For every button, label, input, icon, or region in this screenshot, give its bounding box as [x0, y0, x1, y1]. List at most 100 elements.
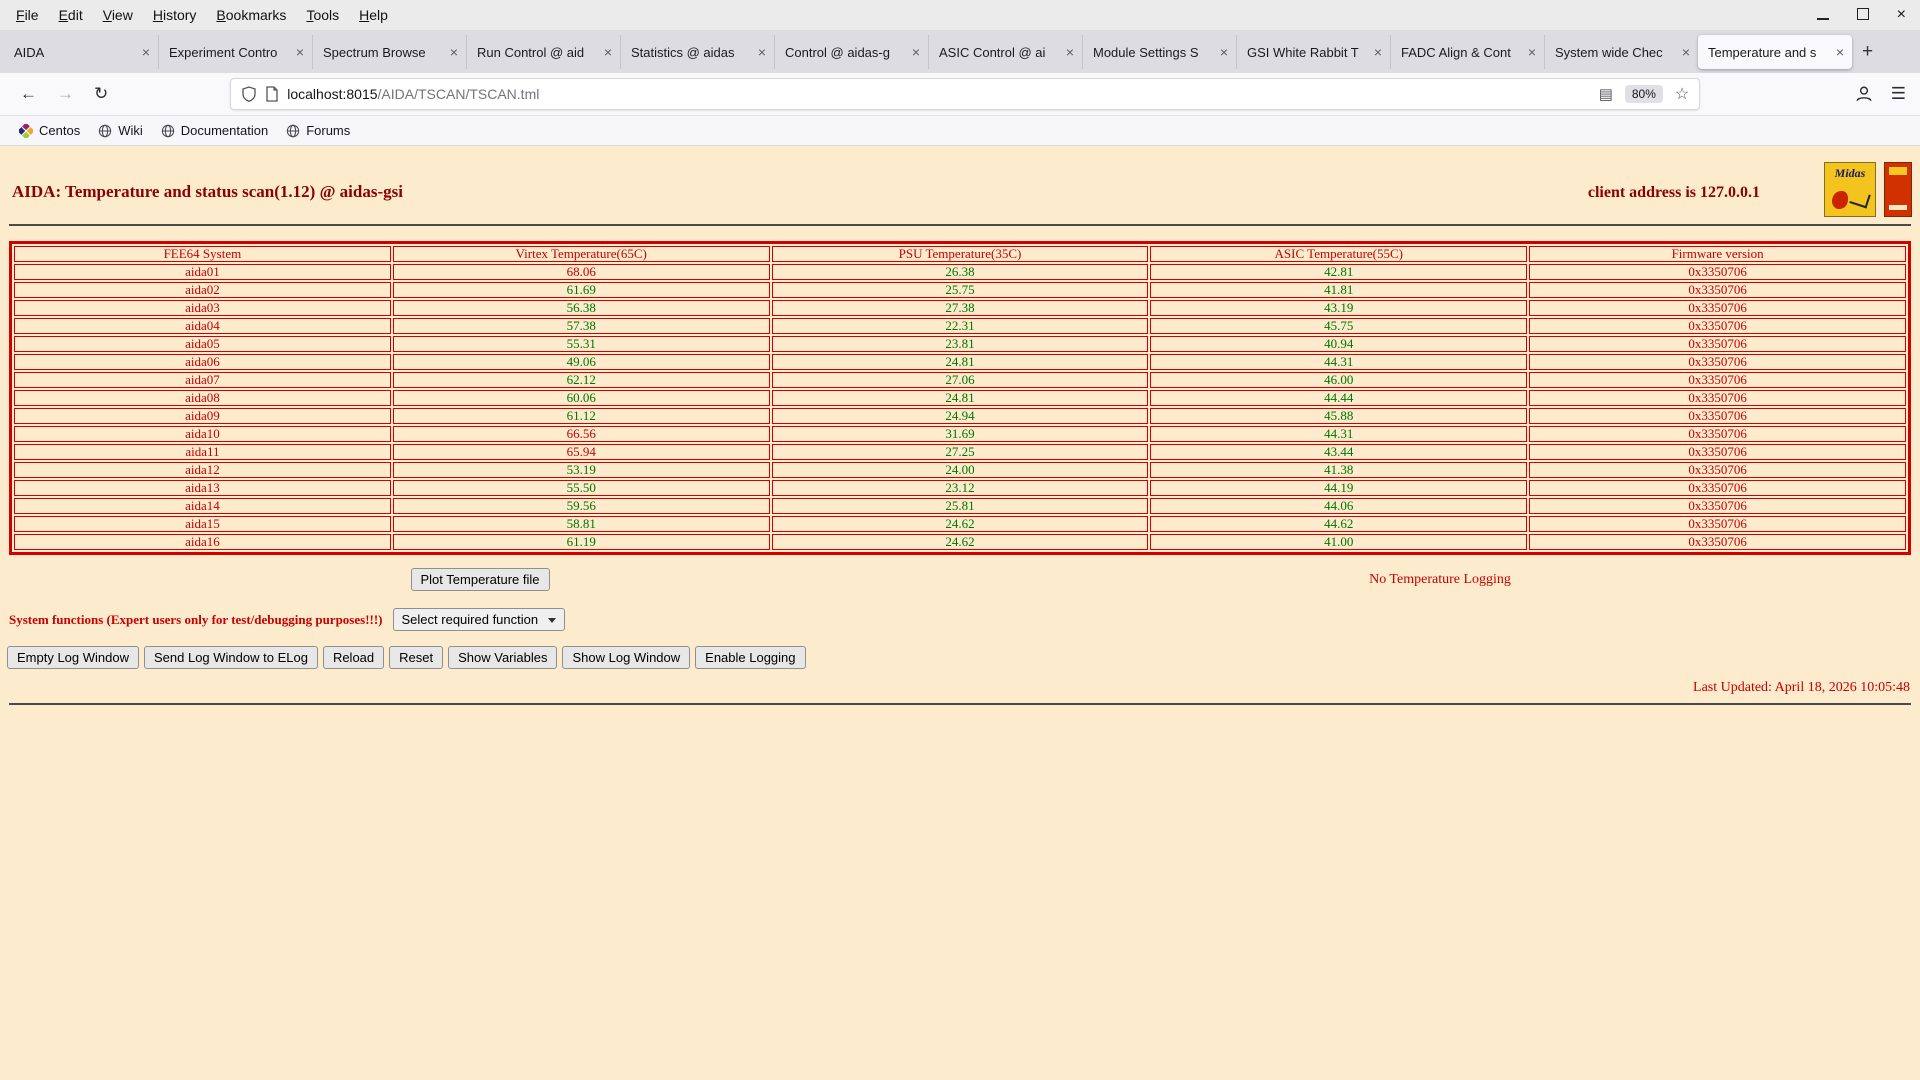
menu-file[interactable]: File	[6, 3, 49, 27]
cell-asic: 41.81	[1150, 282, 1528, 298]
midas-logo[interactable]: Midas	[1824, 162, 1876, 217]
cell-firmware: 0x3350706	[1529, 498, 1906, 514]
tab-system-wide-chec[interactable]: System wide Chec ×	[1544, 35, 1698, 69]
plot-temperature-file-button[interactable]: Plot Temperature file	[410, 568, 550, 591]
maximize-button[interactable]	[1856, 7, 1869, 23]
bookmark-documentation[interactable]: Documentation	[152, 120, 277, 141]
cell-system: aida15	[14, 516, 391, 532]
tab-close-icon[interactable]: ×	[446, 44, 462, 60]
tracking-shield-icon[interactable]	[241, 86, 257, 102]
tab-close-icon[interactable]: ×	[1678, 44, 1694, 60]
tab-control-aidas-g[interactable]: Control @ aidas-g ×	[774, 35, 928, 69]
reset-button[interactable]: Reset	[389, 646, 444, 669]
tab-fadc-align-cont[interactable]: FADC Align & Cont ×	[1390, 35, 1544, 69]
tab-close-icon[interactable]: ×	[1832, 44, 1848, 60]
tab-label: ASIC Control @ ai	[939, 44, 1046, 60]
menu-view[interactable]: View	[93, 3, 143, 27]
tab-close-icon[interactable]: ×	[1524, 44, 1540, 60]
cell-virtex: 59.56	[392, 498, 770, 514]
tab-spectrum-browse[interactable]: Spectrum Browse ×	[312, 35, 466, 69]
cell-system: aida09	[14, 408, 391, 424]
tab-close-icon[interactable]: ×	[1062, 44, 1078, 60]
function-select[interactable]: Select required function	[392, 608, 566, 631]
globe-icon	[98, 124, 112, 137]
minimize-button[interactable]	[1816, 7, 1829, 23]
tab-asic-control-ai[interactable]: ASIC Control @ ai ×	[928, 35, 1082, 69]
reload-button[interactable]: Reload	[322, 646, 385, 669]
tab-statistics-aidas[interactable]: Statistics @ aidas ×	[620, 35, 774, 69]
tab-close-icon[interactable]: ×	[754, 44, 770, 60]
account-icon[interactable]	[1855, 85, 1873, 103]
menu-help[interactable]: Help	[349, 3, 398, 27]
menu-bar: File Edit View History Bookmarks Tools Help ×	[0, 0, 1920, 31]
tab-label: Spectrum Browse	[323, 44, 426, 60]
close-window-button[interactable]: ×	[1897, 7, 1906, 23]
cell-psu: 23.81	[771, 336, 1149, 352]
url-bar[interactable]: localhost:8015/AIDA/TSCAN/TSCAN.tml ▤ 80…	[230, 78, 1701, 110]
cell-system: aida08	[14, 390, 391, 406]
table-header-row: FEE64 System Virtex Temperature(65C) PSU T…	[14, 246, 1906, 262]
send-log-window-to-elog-button[interactable]: Send Log Window to ELog	[144, 646, 318, 669]
zoom-level-button[interactable]: 80%	[1624, 85, 1663, 103]
empty-log-window-button[interactable]: Empty Log Window	[7, 646, 139, 669]
cell-asic: 46.00	[1150, 372, 1528, 388]
app-menu-button[interactable]: ☰	[1891, 84, 1906, 104]
cell-system: aida13	[14, 480, 391, 496]
midas-logo-squiggle	[1849, 189, 1871, 209]
cell-firmware: 0x3350706	[1529, 264, 1906, 280]
bookmark-star-icon[interactable]: ☆	[1675, 84, 1689, 104]
menu-bookmarks[interactable]: Bookmarks	[206, 3, 296, 27]
cell-firmware: 0x3350706	[1529, 444, 1906, 460]
tab-close-icon[interactable]: ×	[1216, 44, 1232, 60]
tab-label: Control @ aidas-g	[785, 44, 890, 60]
table-row: aida05 55.31 23.81 40.94 0x3350706	[14, 336, 1906, 352]
tab-experiment-contro[interactable]: Experiment Contro ×	[158, 35, 312, 69]
tab-close-icon[interactable]: ×	[908, 44, 924, 60]
cell-system: aida16	[14, 534, 391, 550]
tab-module-settings-s[interactable]: Module Settings S ×	[1082, 35, 1236, 69]
menu-tools[interactable]: Tools	[296, 3, 349, 27]
tab-temperature-and-s[interactable]: Temperature and s ×	[1698, 35, 1852, 69]
last-updated: Last Updated: April 18, 2026 10:05:48	[1693, 680, 1910, 695]
page-info-icon[interactable]	[265, 86, 279, 102]
forward-button[interactable]: →	[47, 84, 84, 104]
tab-close-icon[interactable]: ×	[138, 44, 154, 60]
tab-aida[interactable]: AIDA ×	[4, 35, 158, 69]
new-tab-button[interactable]: +	[1852, 41, 1883, 63]
column-header: ASIC Temperature(55C)	[1150, 246, 1528, 262]
url-path: /AIDA/TSCAN/TSCAN.tml	[377, 86, 540, 102]
below-table-row: Plot Temperature file No Temperature Log…	[0, 568, 1920, 591]
cell-system: aida06	[14, 354, 391, 370]
table-row: aida04 57.38 22.31 45.75 0x3350706	[14, 318, 1906, 334]
tab-run-control-aid[interactable]: Run Control @ aid ×	[466, 35, 620, 69]
cell-virtex: 60.06	[392, 390, 770, 406]
show-log-window-button[interactable]: Show Log Window	[562, 646, 691, 669]
show-variables-button[interactable]: Show Variables	[448, 646, 558, 669]
menu-edit[interactable]: Edit	[49, 3, 93, 27]
cell-system: aida07	[14, 372, 391, 388]
tab-close-icon[interactable]: ×	[1370, 44, 1386, 60]
cell-asic: 41.00	[1150, 534, 1528, 550]
enable-logging-button[interactable]: Enable Logging	[695, 646, 806, 669]
tab-close-icon[interactable]: ×	[292, 44, 308, 60]
centos-icon	[19, 123, 33, 138]
cell-virtex: 55.31	[392, 336, 770, 352]
back-button[interactable]: ←	[10, 84, 47, 104]
cell-system: aida01	[14, 264, 391, 280]
reload-button[interactable]: ↻	[84, 84, 118, 104]
cell-system: aida14	[14, 498, 391, 514]
page-header: AIDA: Temperature and status scan(1.12) …	[0, 146, 1920, 202]
midas-logo-graphic	[1832, 191, 1848, 209]
cell-system: aida11	[14, 444, 391, 460]
bookmark-forums[interactable]: Forums	[277, 120, 359, 141]
bookmark-centos[interactable]: Centos	[10, 120, 89, 141]
reader-mode-icon[interactable]: ▤	[1599, 85, 1613, 103]
cell-firmware: 0x3350706	[1529, 516, 1906, 532]
tab-close-icon[interactable]: ×	[600, 44, 616, 60]
tab-gsi-white-rabbit-t[interactable]: GSI White Rabbit T ×	[1236, 35, 1390, 69]
cell-virtex: 49.06	[392, 354, 770, 370]
bookmark-wiki[interactable]: Wiki	[89, 120, 152, 141]
urlbar-right-icons: ▤ 80% ☆	[1599, 84, 1689, 104]
menu-history[interactable]: History	[143, 3, 207, 27]
page-content: AIDA: Temperature and status scan(1.12) …	[0, 146, 1920, 1080]
